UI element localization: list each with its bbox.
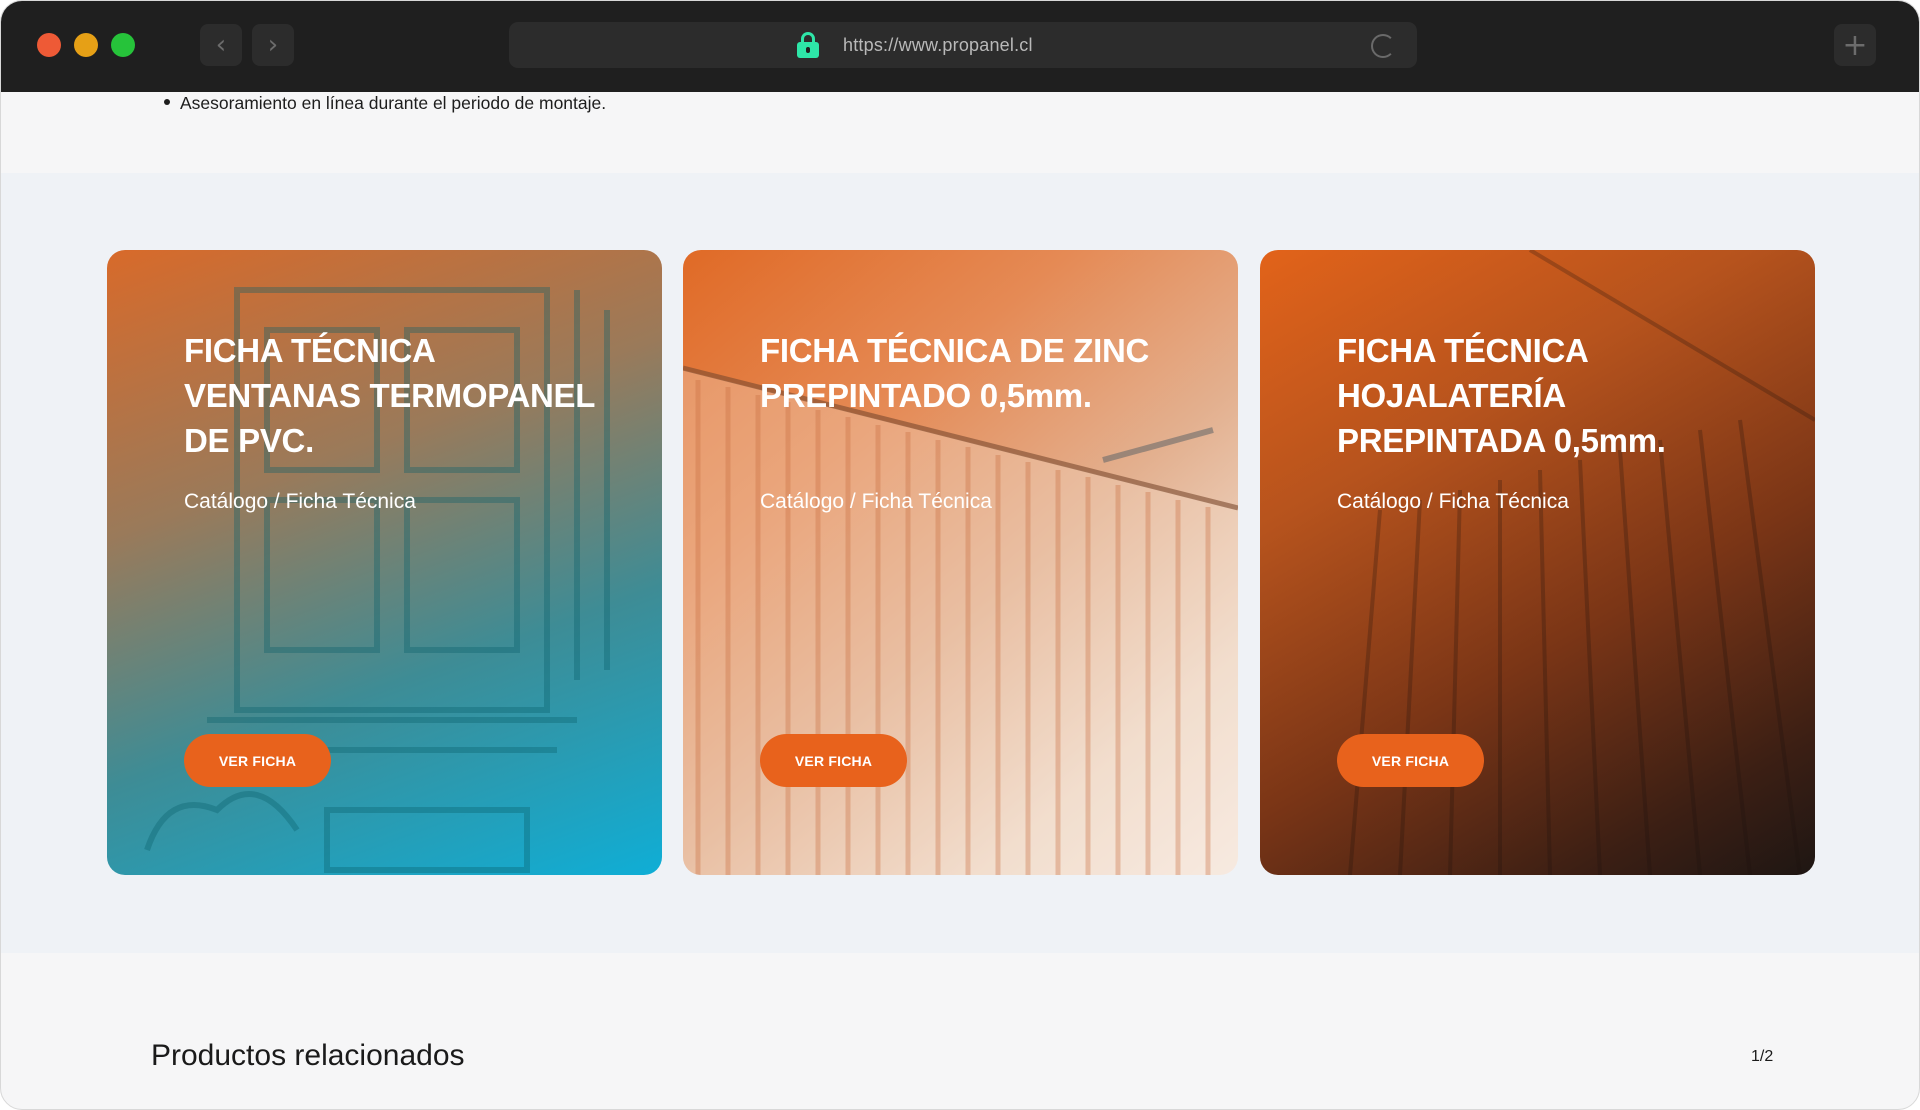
catalog-card-hojalateria: FICHA TÉCNICA HOJALATERÍA PREPINTADA 0,5… bbox=[1260, 250, 1815, 875]
list-item: Asesoramiento en línea durante el period… bbox=[164, 93, 606, 114]
url-text[interactable]: https://www.propanel.cl bbox=[843, 35, 1033, 56]
card-title: FICHA TÉCNICA HOJALATERÍA PREPINTADA 0,5… bbox=[1337, 332, 1666, 459]
chevron-right-icon: › bbox=[267, 30, 279, 60]
list-item-text: Asesoramiento en línea durante el period… bbox=[180, 93, 607, 113]
card-subtitle: Catálogo / Ficha Técnica bbox=[760, 490, 992, 513]
catalog-card-zinc: FICHA TÉCNICA DE ZINC PREPINTADO 0,5mm. … bbox=[683, 250, 1238, 875]
card-subtitle: Catálogo / Ficha Técnica bbox=[184, 490, 416, 513]
browser-titlebar: ‹ › https://www.propanel.cl + bbox=[1, 1, 1919, 92]
reload-icon[interactable] bbox=[1371, 34, 1395, 58]
catalog-card-windows: FICHA TÉCNICA VENTANAS TERMOPANEL DE PVC… bbox=[107, 250, 662, 875]
maximize-window-button[interactable] bbox=[111, 33, 135, 57]
back-button[interactable]: ‹ bbox=[200, 24, 242, 66]
browser-window: ‹ › https://www.propanel.cl + Asesoramie… bbox=[0, 0, 1920, 1110]
chevron-left-icon: ‹ bbox=[215, 30, 227, 60]
ver-ficha-button[interactable]: VER FICHA bbox=[1337, 734, 1484, 787]
address-bar[interactable]: https://www.propanel.cl bbox=[509, 22, 1417, 68]
lock-icon bbox=[797, 32, 819, 58]
ver-ficha-button[interactable]: VER FICHA bbox=[184, 734, 331, 787]
forward-button[interactable]: › bbox=[252, 24, 294, 66]
minimize-window-button[interactable] bbox=[74, 33, 98, 57]
close-window-button[interactable] bbox=[37, 33, 61, 57]
card-title: FICHA TÉCNICA VENTANAS TERMOPANEL DE PVC… bbox=[184, 332, 595, 459]
ver-ficha-button[interactable]: VER FICHA bbox=[760, 734, 907, 787]
plus-icon: + bbox=[1842, 27, 1868, 63]
related-products-heading: Productos relacionados bbox=[151, 1039, 465, 1072]
card-title: FICHA TÉCNICA DE ZINC PREPINTADO 0,5mm. bbox=[760, 332, 1150, 414]
bullet-icon bbox=[164, 99, 170, 106]
carousel-pager: 1/2 bbox=[1751, 1048, 1774, 1065]
new-tab-button[interactable]: + bbox=[1834, 24, 1876, 66]
card-subtitle: Catálogo / Ficha Técnica bbox=[1337, 490, 1569, 513]
